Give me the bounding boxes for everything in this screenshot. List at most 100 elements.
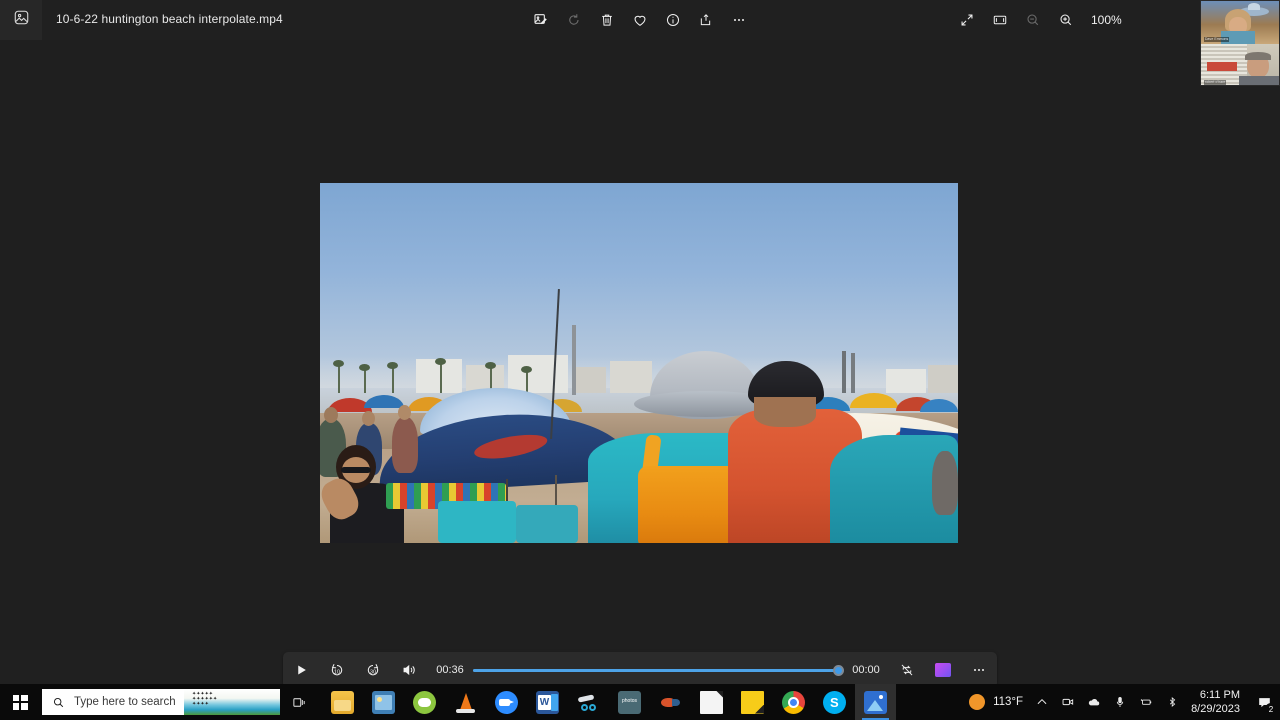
info-icon[interactable] bbox=[656, 4, 689, 36]
sunglasses bbox=[341, 467, 371, 473]
search-icon bbox=[52, 696, 65, 709]
smokestack bbox=[851, 353, 855, 393]
play-button[interactable] bbox=[283, 655, 319, 685]
palm-trunk bbox=[440, 363, 442, 393]
taskbar-search-box[interactable]: Type here to search ✦✦✦✦✦ ✦✦✦✦✦✦ ✦✦✦✦ bbox=[42, 689, 280, 715]
photo-collection-icon bbox=[13, 9, 30, 31]
smokestack bbox=[842, 351, 846, 393]
rotate-icon[interactable] bbox=[557, 4, 590, 36]
elapsed-time: 00:36 bbox=[436, 664, 464, 676]
palm-trunk bbox=[526, 371, 528, 393]
taskbar-app-word[interactable]: W bbox=[527, 684, 568, 720]
word-icon: W bbox=[536, 690, 559, 714]
taskbar-app-vlc[interactable] bbox=[445, 684, 486, 720]
palm-fronds bbox=[485, 362, 496, 369]
sun-icon bbox=[969, 694, 986, 710]
umbrella-logo bbox=[474, 430, 548, 463]
building bbox=[928, 365, 958, 393]
palm-trunk bbox=[392, 367, 394, 393]
seek-progress bbox=[473, 668, 840, 672]
app-collection-button[interactable] bbox=[0, 0, 42, 40]
camera-icon[interactable] bbox=[1055, 684, 1081, 720]
more-options-icon[interactable] bbox=[722, 4, 755, 36]
view-toolbar: 100% bbox=[950, 4, 1122, 36]
building bbox=[610, 361, 652, 393]
zoom-call-overlay[interactable]: Dave Emmons robert o'hare bbox=[1200, 0, 1280, 86]
taskbar-app-green-cloud[interactable] bbox=[404, 684, 445, 720]
image-toolbar bbox=[524, 4, 755, 36]
player-more-options-icon[interactable] bbox=[961, 655, 997, 685]
taskbar-app-photo-viewer[interactable] bbox=[363, 684, 404, 720]
taskbar-app-chrome[interactable] bbox=[773, 684, 814, 720]
zoom-level-label: 100% bbox=[1091, 13, 1122, 27]
volume-button[interactable] bbox=[391, 655, 427, 685]
battery-icon[interactable] bbox=[1133, 684, 1159, 720]
title-bar: 10-6-22 huntington beach interpolate.mp4 bbox=[0, 0, 1280, 40]
share-icon[interactable] bbox=[689, 4, 722, 36]
fullscreen-icon[interactable] bbox=[950, 4, 983, 36]
chrome-icon bbox=[782, 690, 805, 714]
taskbar-app-file-explorer[interactable] bbox=[322, 684, 363, 720]
building bbox=[508, 355, 568, 393]
person-head bbox=[398, 405, 411, 420]
taskbar: Type here to search ✦✦✦✦✦ ✦✦✦✦✦✦ ✦✦✦✦ W … bbox=[0, 684, 1280, 720]
window-title: 10-6-22 huntington beach interpolate.mp4 bbox=[56, 12, 283, 26]
zoom-in-icon[interactable] bbox=[1049, 4, 1082, 36]
show-hidden-icons-chevron-up-icon[interactable] bbox=[1029, 684, 1055, 720]
seek-slider[interactable] bbox=[473, 660, 845, 680]
fit-to-window-icon[interactable] bbox=[983, 4, 1016, 36]
taskbar-app-list: W photos S bbox=[322, 684, 896, 720]
taskbar-app-document[interactable] bbox=[691, 684, 732, 720]
taskbar-app-amazon-photos[interactable]: photos bbox=[609, 684, 650, 720]
taskbar-app-snipping-tool[interactable] bbox=[568, 684, 609, 720]
forward-30-button[interactable]: 30 bbox=[355, 655, 391, 685]
search-background-image: ✦✦✦✦✦ ✦✦✦✦✦✦ ✦✦✦✦ bbox=[184, 689, 280, 715]
rewind-10-button[interactable]: 10 bbox=[319, 655, 355, 685]
start-button[interactable] bbox=[0, 684, 40, 720]
zoom-icon bbox=[495, 690, 518, 714]
palm-trunk bbox=[338, 365, 340, 393]
onedrive-cloud-icon[interactable] bbox=[1081, 684, 1107, 720]
participant-tile[interactable]: Dave Emmons bbox=[1201, 1, 1279, 44]
person-head bbox=[362, 411, 375, 426]
notification-center-button[interactable]: 2 bbox=[1248, 684, 1280, 720]
person-neck bbox=[754, 397, 816, 427]
taskbar-app-sticky-notes[interactable] bbox=[732, 684, 773, 720]
palm-fronds bbox=[359, 364, 370, 371]
video-frame[interactable] bbox=[320, 183, 958, 543]
cast-button[interactable] bbox=[925, 655, 961, 685]
participant-tile[interactable]: robert o'hare bbox=[1201, 44, 1279, 85]
task-view-button[interactable] bbox=[280, 684, 318, 720]
loop-off-icon[interactable] bbox=[889, 655, 925, 685]
document-icon bbox=[700, 690, 723, 714]
system-tray: 113°F 6:11 PM 8/29/2023 2 bbox=[969, 684, 1280, 720]
palm-trunk bbox=[364, 369, 366, 393]
bluetooth-icon[interactable] bbox=[1159, 684, 1185, 720]
microphone-icon[interactable] bbox=[1107, 684, 1133, 720]
antenna-mast bbox=[572, 325, 576, 395]
seek-handle[interactable] bbox=[833, 664, 845, 676]
taskbar-app-fish[interactable] bbox=[650, 684, 691, 720]
participant-name: robert o'hare bbox=[1204, 80, 1227, 85]
taskbar-app-photos[interactable] bbox=[855, 684, 896, 720]
zoom-out-icon[interactable] bbox=[1016, 4, 1049, 36]
edit-image-icon[interactable] bbox=[524, 4, 557, 36]
favorite-icon[interactable] bbox=[623, 4, 656, 36]
viewer-canvas: 10 30 00:36 00:00 bbox=[0, 40, 1280, 688]
wall-sign bbox=[1207, 62, 1237, 71]
taskbar-app-zoom[interactable] bbox=[486, 684, 527, 720]
skype-icon: S bbox=[823, 690, 846, 714]
delete-icon[interactable] bbox=[590, 4, 623, 36]
photos-app-icon bbox=[864, 690, 887, 714]
participant-hair bbox=[1245, 52, 1271, 60]
taskbar-app-skype[interactable]: S bbox=[814, 684, 855, 720]
weather-temperature: 113°F bbox=[993, 696, 1024, 708]
participant-shirt bbox=[1239, 76, 1279, 85]
media-controls-bar: 10 30 00:36 00:00 bbox=[283, 652, 997, 688]
cast-icon bbox=[935, 663, 951, 677]
person-silhouette bbox=[392, 417, 418, 473]
search-placeholder: Type here to search bbox=[74, 696, 176, 708]
taskbar-clock[interactable]: 6:11 PM 8/29/2023 bbox=[1191, 688, 1240, 716]
weather-widget[interactable]: 113°F bbox=[969, 694, 1023, 710]
file-explorer-icon bbox=[331, 690, 354, 714]
